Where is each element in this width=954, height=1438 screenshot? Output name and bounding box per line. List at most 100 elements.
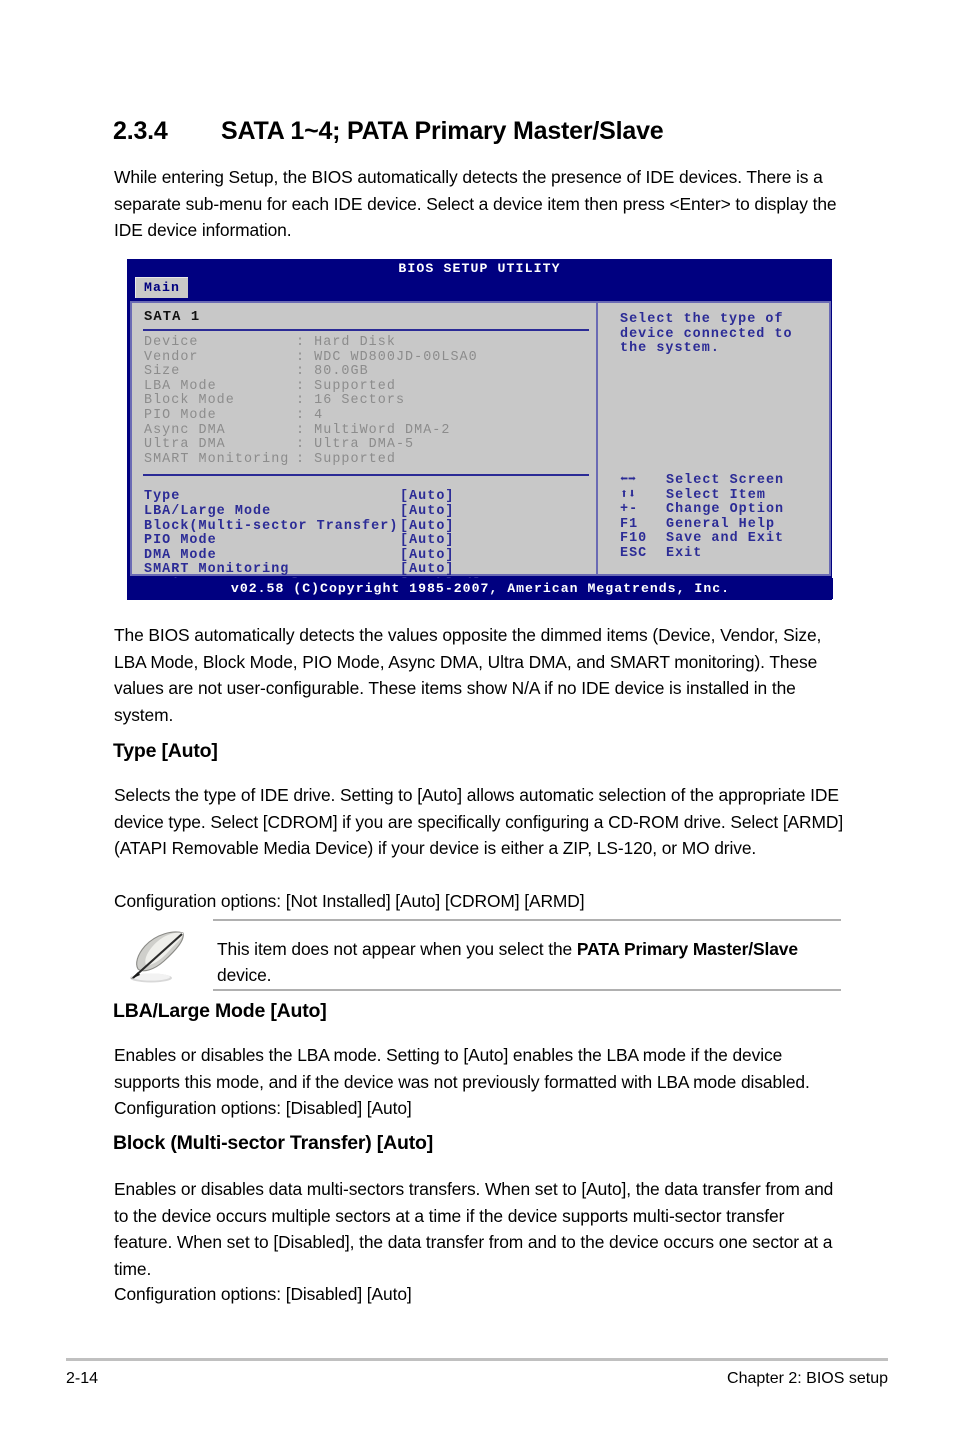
device-info-row: Vendor : WDC WD800JD-00LSA0 — [144, 349, 596, 366]
info-label: Vendor — [144, 349, 199, 365]
option-value: [Auto] — [400, 533, 455, 549]
info-value: : 4 — [296, 407, 324, 423]
key-legend-key: F10 — [620, 531, 648, 547]
key-legend-label: Select Screen — [666, 473, 785, 488]
device-info-row: Async DMA : MultiWord DMA-2 — [144, 422, 596, 439]
key-legend-row-general-help: F1 General Help — [598, 516, 829, 533]
option-label: PIO Mode — [144, 533, 217, 549]
key-legend-key: +- — [620, 502, 639, 518]
bios-tab-main[interactable]: Main — [135, 277, 189, 298]
info-label: PIO Mode — [144, 407, 217, 423]
section-number: 2.3.4 — [113, 117, 168, 145]
type-config-options: Configuration options: [Not Installed] [… — [114, 891, 585, 911]
device-info-row: Ultra DMA : Ultra DMA-5 — [144, 437, 596, 453]
option-value: [Auto] — [400, 489, 455, 505]
info-value: : Hard Disk — [296, 335, 396, 350]
info-value: : Ultra DMA-5 — [296, 437, 415, 453]
help-description: Select the type of device connected to t… — [620, 312, 793, 357]
info-label: Size — [144, 364, 181, 380]
bios-tab-row: Main — [128, 277, 831, 299]
note-text-bold: PATA Primary Master/Slave — [576, 939, 798, 959]
note-text-suffix: device. — [217, 965, 272, 985]
footer-page-number: 2-14 — [66, 1370, 99, 1387]
info-value: : MultiWord DMA-2 — [296, 422, 451, 438]
note-rule-top — [213, 919, 841, 921]
bios-setup-screenshot: BIOS SETUP UTILITY Main SATA 1 Device : H… — [127, 259, 833, 600]
option-label: Type — [144, 489, 181, 505]
left-right-arrows-icon: ⬅➡ — [620, 473, 637, 488]
info-label: Async DMA — [144, 422, 226, 438]
bios-copyright-footer: v02.58 (C)Copyright 1985-2007, American … — [128, 578, 833, 599]
option-row-type[interactable]: Type [Auto] — [144, 490, 596, 505]
info-value: : Supported — [296, 378, 396, 394]
info-label: Device — [144, 335, 199, 350]
note-rule-bottom — [213, 989, 841, 991]
detect-paragraph: The BIOS automatically detects the value… — [114, 625, 822, 725]
device-info-row: Device : Hard Disk — [144, 335, 596, 351]
info-label: Block Mode — [144, 393, 235, 409]
heading-lba-large-mode: LBA/Large Mode [Auto] — [113, 1000, 327, 1022]
heading-block-multi-sector: Block (Multi-sector Transfer) [Auto] — [113, 1132, 433, 1154]
key-legend-label: General Help — [666, 516, 776, 532]
key-legend-row-change-option: +- Change Option — [598, 502, 829, 518]
note-box: This item does not appear when you selec… — [113, 919, 841, 991]
key-legend-row-select-screen: ⬅➡ Select Screen — [598, 473, 829, 489]
device-info-row: Block Mode : 16 Sectors — [144, 394, 596, 409]
info-label: SMART Monitoring — [144, 451, 290, 467]
device-info-row: LBA Mode : Supported — [144, 378, 596, 395]
device-info-list: Device : Hard Disk Vendor : WDC WD800JD-00… — [142, 335, 596, 468]
key-legend: ⬅➡ Select Screen ⬆⬇ Select Item +- Change O… — [598, 473, 829, 562]
key-legend-key: ESC — [620, 545, 648, 561]
key-legend-label: Save and Exit — [666, 531, 785, 547]
key-legend-label: Select Item — [666, 487, 766, 503]
option-value: [Auto] — [400, 547, 455, 563]
option-row-dma-mode[interactable]: DMA Mode [Auto] — [144, 547, 596, 564]
section-heading: 2.3.4 SATA 1~4; PATA Primary Master/Slave — [113, 117, 853, 146]
option-label: LBA/Large Mode — [144, 503, 272, 519]
option-label: Block(Multi-sector Transfer) — [144, 518, 399, 534]
option-label: SMART Monitoring — [144, 562, 290, 578]
key-legend-label: Exit — [666, 545, 703, 561]
info-value: : 80.0GB — [296, 364, 369, 380]
info-value: : 16 Sectors — [296, 393, 406, 409]
device-info-row: PIO Mode : 4 — [144, 407, 596, 424]
option-row-smart-monitoring[interactable]: SMART Monitoring [Auto] — [144, 563, 596, 578]
device-info-row: Size : 80.0GB — [144, 364, 596, 380]
device-info-row: SMART Monitoring : Supported — [144, 451, 596, 468]
key-legend-key: F1 — [620, 516, 639, 532]
footer-chapter: Chapter 2: BIOS setup — [727, 1370, 888, 1387]
option-label: DMA Mode — [144, 547, 217, 563]
key-legend-row-select-item: ⬆⬇ Select Item — [598, 487, 829, 504]
lba-paragraph: Enables or disables the LBA mode. Settin… — [114, 1045, 810, 1118]
bios-body: SATA 1 Device : Hard Disk Vendor : WDC WD8… — [130, 301, 831, 592]
note-text-prefix: This item does not appear when you selec… — [217, 939, 577, 959]
block-config-options: Configuration options: [Disabled] [Auto] — [114, 1284, 412, 1304]
option-row-block-multi-sector[interactable]: Block(Multi-sector Transfer) [Auto] — [144, 518, 596, 535]
option-value: [Auto] — [400, 562, 455, 578]
info-value: : WDC WD800JD-00LSA0 — [296, 349, 478, 365]
block-paragraph: Enables or disables data multi-sectors t… — [114, 1179, 834, 1279]
note-text: This item does not appear when you selec… — [217, 936, 837, 988]
option-value: [Auto] — [400, 503, 455, 519]
bios-main-panel: SATA 1 Device : Hard Disk Vendor : WDC WD8… — [130, 301, 596, 592]
option-row-lba-large-mode[interactable]: LBA/Large Mode [Auto] — [144, 503, 596, 520]
info-value: : Supported — [296, 451, 396, 467]
option-row-pio-mode[interactable]: PIO Mode [Auto] — [144, 533, 596, 549]
bios-panel-title: SATA 1 — [144, 310, 201, 325]
intro-paragraph: While entering Setup, the BIOS automatic… — [114, 167, 837, 240]
bios-help-panel: Select the type of device connected to t… — [596, 301, 831, 576]
quill-pen-icon — [130, 931, 184, 983]
type-paragraph: Selects the type of IDE drive. Setting t… — [114, 785, 844, 858]
up-down-arrows-icon: ⬆⬇ — [620, 487, 637, 503]
key-legend-row-save-and-exit: F10 Save and Exit — [598, 532, 829, 547]
divider-top — [143, 329, 589, 331]
info-label: Ultra DMA — [144, 437, 226, 453]
footer-rule — [66, 1358, 888, 1361]
heading-type: Type [Auto] — [113, 740, 218, 762]
section-title: SATA 1~4; PATA Primary Master/Slave — [221, 117, 664, 145]
info-label: LBA Mode — [144, 378, 217, 394]
document-page: 2.3.4 SATA 1~4; PATA Primary Master/Slave… — [0, 0, 954, 1438]
key-legend-label: Change Option — [666, 502, 785, 518]
bios-title-bar: BIOS SETUP UTILITY — [128, 260, 831, 277]
key-legend-row-exit: ESC Exit — [598, 545, 829, 562]
